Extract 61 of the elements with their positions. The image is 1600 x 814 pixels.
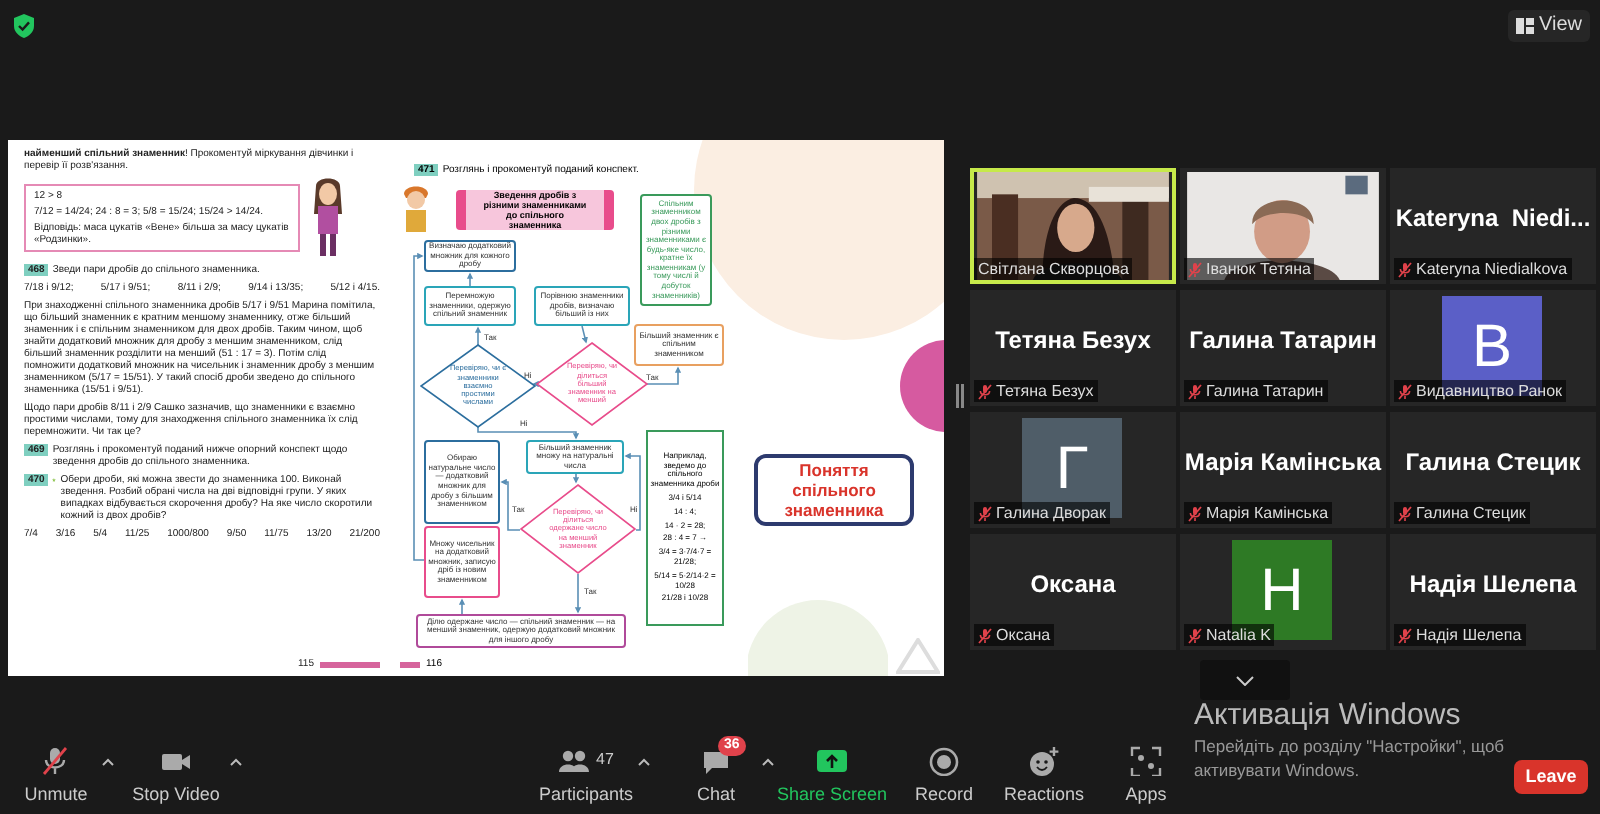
connector-arrow [572, 473, 580, 484]
connector-arrow [466, 272, 474, 287]
connector-arrow [624, 452, 641, 531]
muted-microphone-icon [40, 745, 72, 776]
activation-title: Активація Windows [1194, 698, 1463, 734]
toolbar-button[interactable]: Record [896, 743, 992, 811]
participant-label: Галина Татарин [1206, 379, 1324, 403]
record-icon [928, 745, 960, 776]
view-button[interactable]: View [1507, 9, 1590, 41]
leave-button[interactable]: Leave [1514, 760, 1588, 794]
share-screen-icon [816, 745, 848, 776]
participant-name: Галина Стецик [1405, 446, 1581, 480]
view-layout-icon [1515, 17, 1533, 33]
boy-figure-drawing [400, 184, 432, 232]
toolbar-button[interactable]: 47 Participants [536, 743, 636, 811]
participant-label: Марія Камінська [1206, 501, 1329, 525]
participant-name: Тетяна Безух [995, 324, 1151, 358]
connector-arrow [574, 573, 582, 614]
apps-icon [1130, 745, 1162, 776]
toolbar-button[interactable]: Apps [1104, 743, 1188, 811]
participant-count: 47 [596, 748, 614, 773]
participant-name: Галина Татарин [1189, 324, 1377, 358]
caret-up-icon [762, 757, 774, 765]
participant-label: Галина Стецик [1416, 501, 1526, 525]
page-bar [320, 661, 380, 667]
participant-name: Kateryna Niedi... [1395, 202, 1591, 236]
toolbar-button[interactable]: Unmute [12, 743, 100, 811]
connector-arrow [643, 366, 682, 385]
connector-arrow [581, 325, 588, 344]
caret-up-icon [230, 757, 242, 765]
participant-label: Світлана Скворцова [978, 257, 1129, 281]
toolbar-button[interactable]: Stop Video [124, 743, 228, 811]
participant-label: Natalia K [1206, 623, 1271, 647]
participant-name: Марія Камінська [1184, 446, 1382, 480]
concept-title-box: Поняття спільного знаменника [754, 454, 914, 526]
participant-label: Kateryna Niedialkova [1416, 257, 1568, 281]
participant-label: Надія Шелепа [1416, 623, 1522, 647]
connector-arrow [474, 326, 482, 347]
participant-label: Видавництво Ранок [1416, 379, 1563, 403]
drag-handle-icon[interactable] [956, 383, 964, 407]
triangle-icon [896, 638, 940, 674]
people-icon [558, 745, 591, 776]
participant-label: Іванюк Тетяна [1206, 257, 1311, 281]
participant-name: Оксана [1030, 568, 1116, 602]
toolbar-button[interactable]: Reactions [996, 743, 1092, 811]
connector-arrow [532, 380, 539, 388]
connector-arrow [500, 478, 521, 531]
activation-text: Перейдіть до розділу "Настройки", щоб активувати Windows. [1194, 734, 1507, 782]
shield-icon [14, 13, 34, 37]
participant-label: Галина Дворак [996, 501, 1106, 525]
caret-up-icon [638, 757, 650, 765]
participant-label: Тетяна Безух [996, 379, 1094, 403]
chevron-down-icon [1235, 675, 1253, 685]
connector-arrow [477, 425, 580, 440]
page-bar [400, 662, 420, 668]
caret-up-icon [102, 757, 114, 765]
girl-figure-drawing [308, 178, 348, 258]
connector-arrow [458, 598, 466, 615]
participant-label: Оксана [996, 623, 1051, 647]
smiley-plus-icon [1028, 745, 1060, 776]
participant-name: Надія Шелепа [1409, 568, 1577, 602]
